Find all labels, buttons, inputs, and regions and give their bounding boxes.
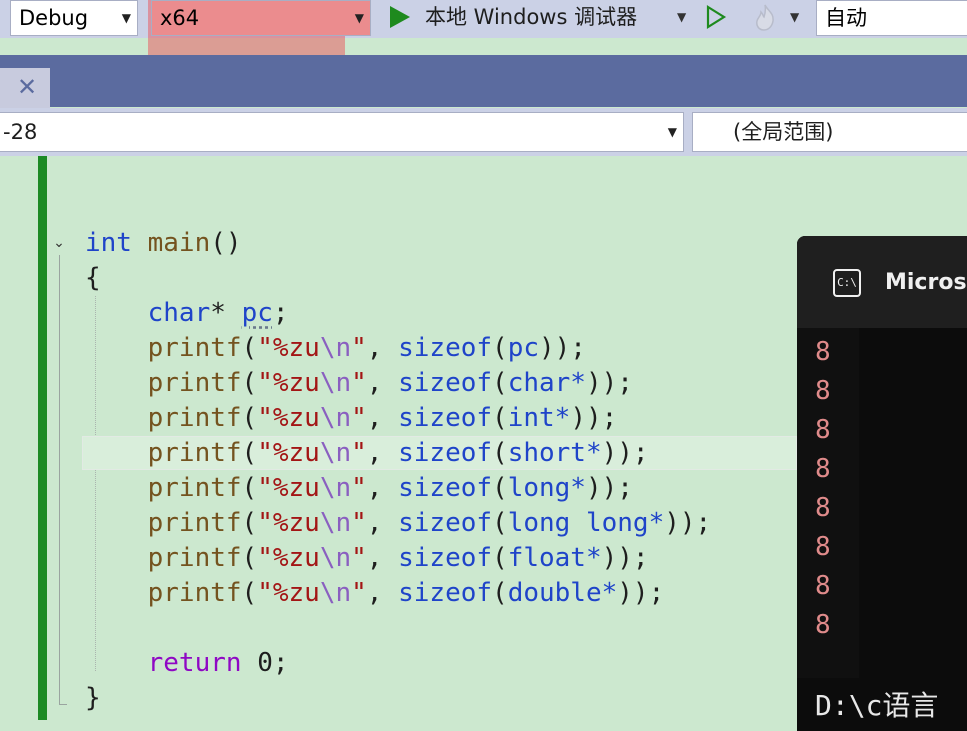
chevron-down-icon: ▼ [667, 125, 677, 139]
location-dropdown[interactable]: -28 ▼ [0, 112, 684, 152]
terminal-icon: C:\ [833, 269, 861, 297]
console-output-line: 8 [815, 610, 831, 640]
code-line: char* pc; [147, 298, 289, 328]
location-value: -28 [3, 120, 38, 144]
code-line: printf("%zu\n", sizeof(long long*)); [147, 508, 712, 538]
console-prompt: D:\c语言 [815, 689, 939, 722]
console-window[interactable]: C:\ Microsoft 8 8 8 8 8 8 8 8 D:\c语言 [797, 236, 967, 731]
auto-value: 自动 [825, 6, 867, 30]
fold-line-end [59, 704, 67, 705]
console-title: Microsoft [885, 270, 967, 295]
start-without-debugging-icon[interactable] [705, 5, 727, 29]
hot-reload-icon[interactable] [750, 2, 780, 32]
code-line: { [85, 263, 101, 293]
console-output-line: 8 [815, 337, 831, 367]
console-output-line: 8 [815, 532, 831, 562]
code-line: printf("%zu\n", sizeof(short*)); [147, 438, 649, 468]
chevron-down-icon: ▼ [354, 11, 364, 25]
navigation-bar: -28 ▼ (全局范围) [0, 108, 967, 156]
fold-line [59, 255, 60, 705]
code-line: return 0; [147, 648, 289, 678]
auto-dropdown[interactable]: 自动 [816, 0, 967, 36]
configuration-value: Debug [19, 6, 89, 30]
start-debugger-button[interactable]: 本地 Windows 调试器 [425, 2, 637, 32]
code-line: printf("%zu\n", sizeof(long*)); [147, 473, 633, 503]
change-indicator-bar [38, 156, 47, 720]
collapse-toggle-icon[interactable]: ⌄ [51, 235, 67, 251]
tab-strip [0, 55, 967, 107]
chevron-down-icon[interactable]: ▼ [677, 10, 686, 24]
configuration-dropdown[interactable]: Debug ▼ [10, 0, 138, 36]
console-output-line: 8 [815, 415, 831, 445]
start-debugging-icon[interactable] [390, 6, 410, 28]
code-line: printf("%zu\n", sizeof(int*)); [147, 403, 618, 433]
console-output-line: 8 [815, 454, 831, 484]
code-line: } [85, 683, 101, 713]
toolbar: Debug ▼ x64 ▼ 本地 Windows 调试器 ▼ ▼ 自动 [0, 0, 967, 58]
close-icon[interactable]: ✕ [17, 74, 37, 100]
scope-dropdown[interactable]: (全局范围) [692, 112, 967, 152]
console-output-line: 8 [815, 376, 831, 406]
code-line: printf("%zu\n", sizeof(char*)); [147, 368, 633, 398]
chevron-down-icon: ▼ [121, 11, 131, 25]
console-output-line: 8 [815, 571, 831, 601]
platform-dropdown[interactable]: x64 ▼ [151, 0, 371, 36]
document-tab[interactable]: ✕ [0, 68, 50, 108]
code-line: printf("%zu\n", sizeof(pc)); [147, 333, 586, 363]
scope-value: (全局范围) [733, 120, 834, 144]
code-line: printf("%zu\n", sizeof(double*)); [147, 578, 665, 608]
console-title-bar[interactable]: C:\ Microsoft [797, 236, 967, 328]
chevron-down-icon[interactable]: ▼ [790, 10, 799, 24]
code-line: printf("%zu\n", sizeof(float*)); [147, 543, 649, 573]
code-line: int main() [85, 228, 242, 258]
platform-value: x64 [160, 6, 200, 30]
console-output-line: 8 [815, 493, 831, 523]
